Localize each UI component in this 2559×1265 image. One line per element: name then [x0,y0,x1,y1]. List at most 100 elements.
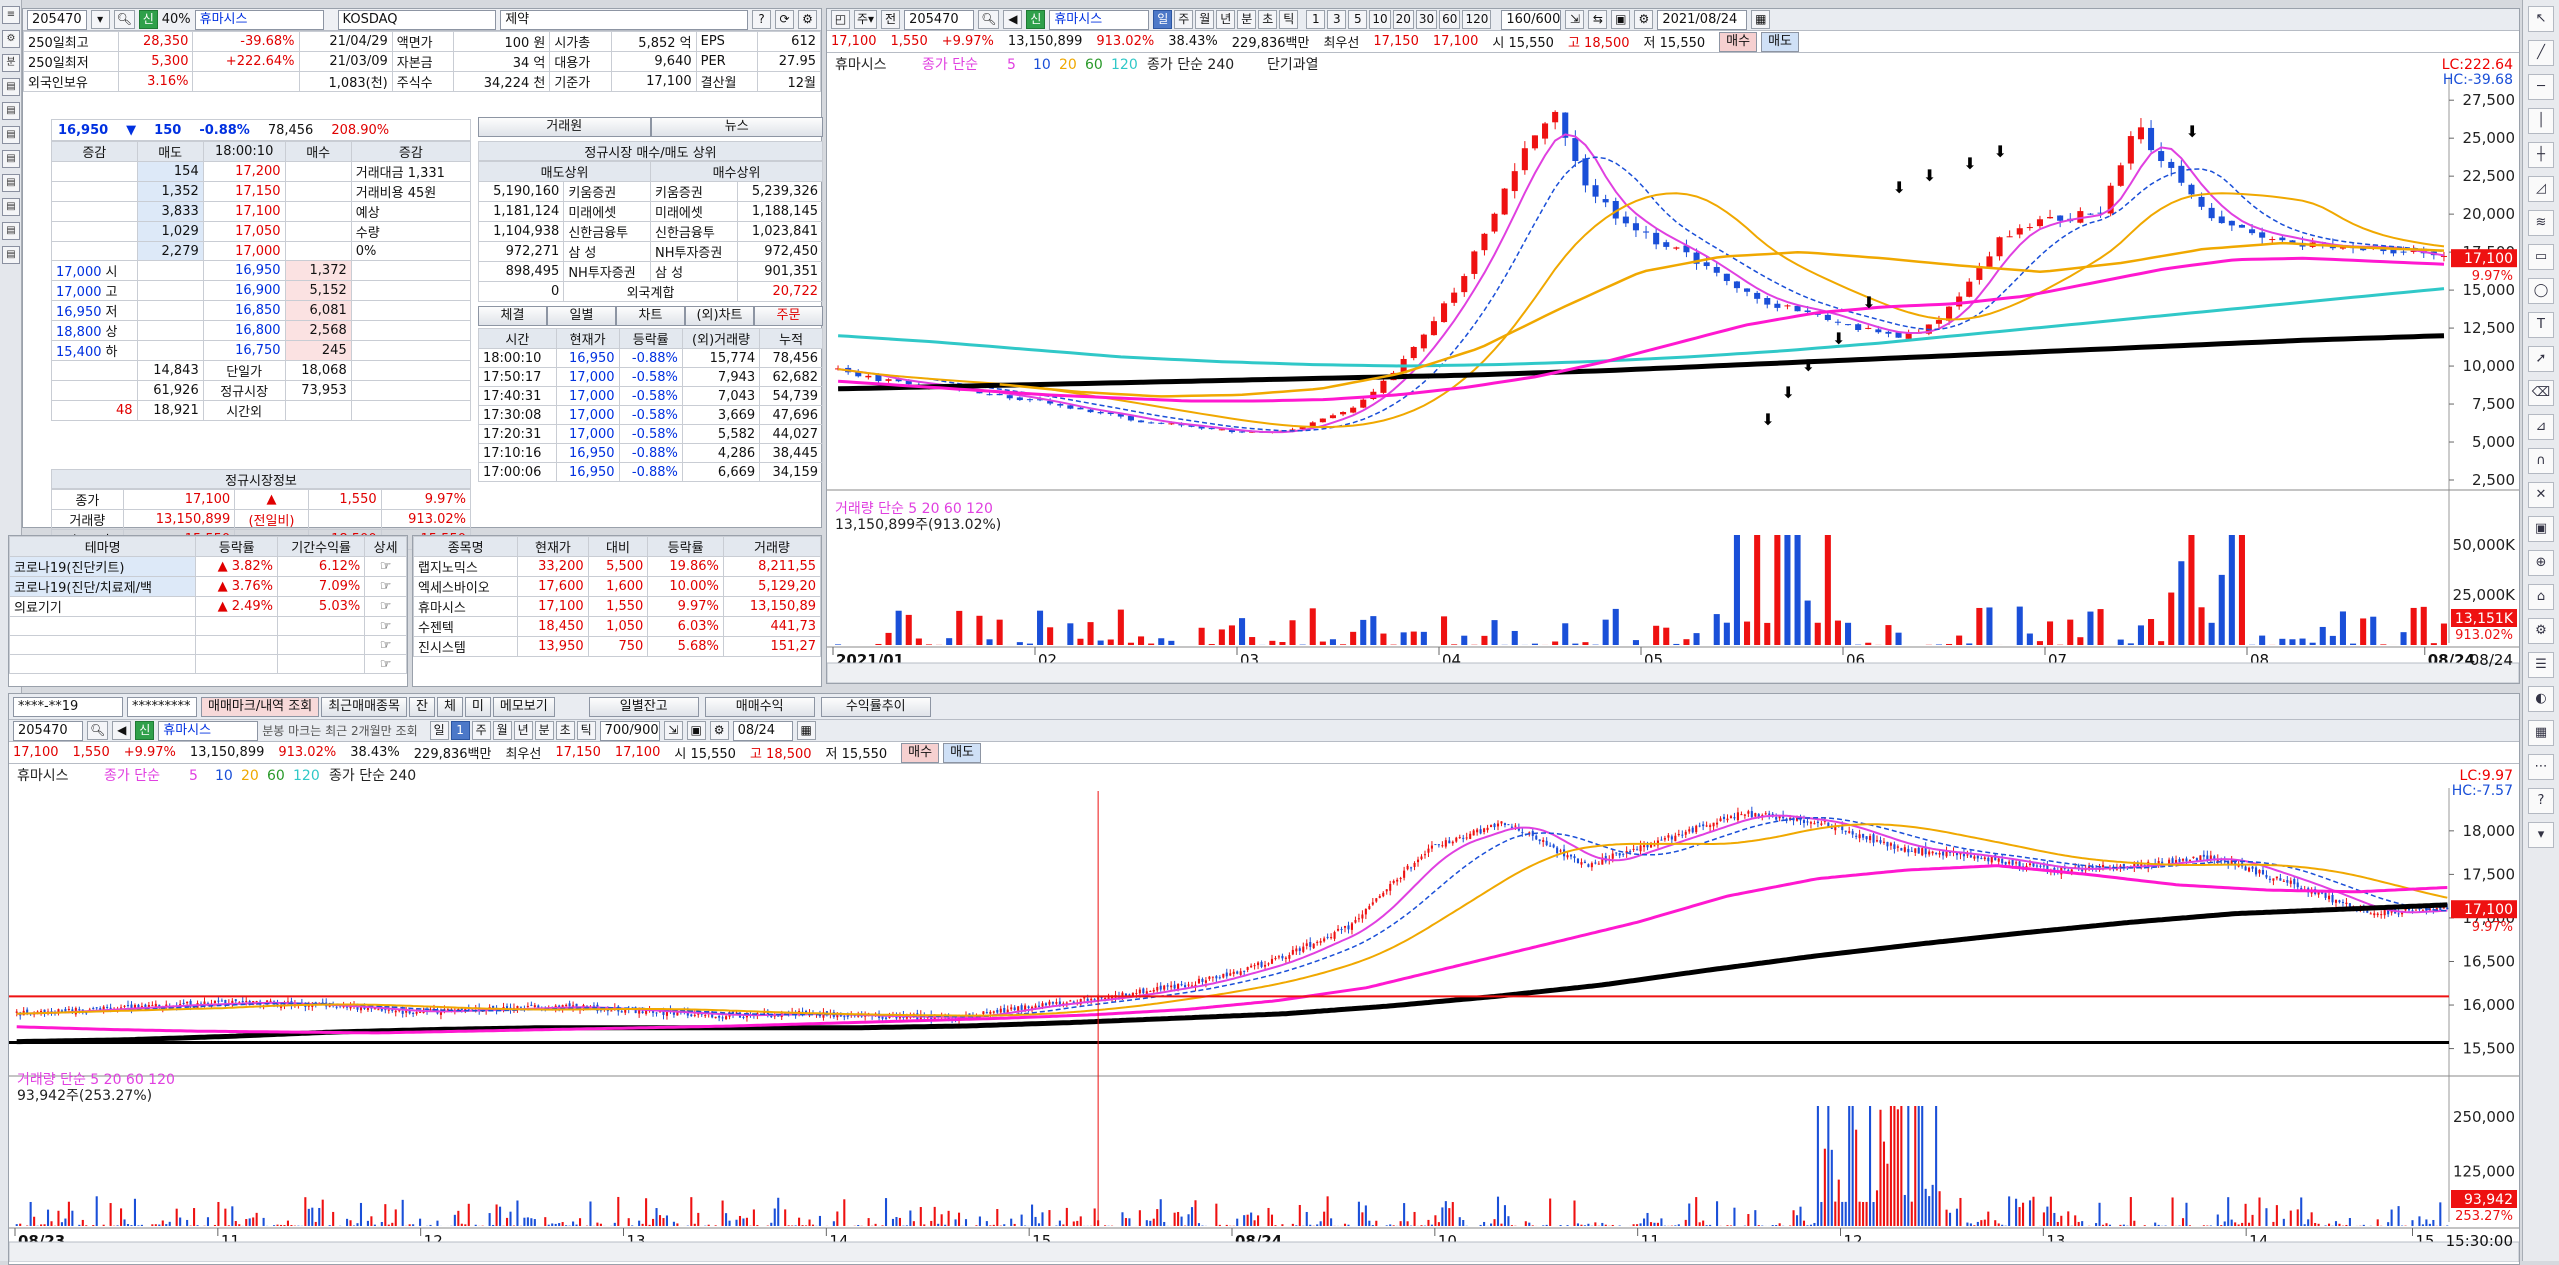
account-field[interactable]: ****-**19 [13,697,123,717]
horizontal-line-icon[interactable]: ─ [2528,74,2554,100]
dropdown-icon[interactable]: ▾ [91,10,110,29]
period-button[interactable]: 월 [493,721,512,740]
stock-row[interactable]: 랩지노믹스33,2005,50019.86%8,211,55 [414,557,821,577]
detail-icon[interactable]: ☞ [365,636,407,655]
ruler-icon[interactable]: ⊿ [2528,414,2554,440]
list-icon[interactable]: ▤ [2,78,20,96]
account-action-button[interactable]: 매매수익 [705,697,815,717]
stock-name-field[interactable]: 휴마시스 [195,10,324,30]
broker-tab[interactable]: 거래원 [478,117,651,137]
broker-tab[interactable]: 뉴스 [651,117,824,137]
date-field[interactable]: 2021/08/24 [1657,10,1747,30]
period-button[interactable]: 년 [514,721,533,740]
period-button[interactable]: 초 [1258,10,1277,29]
tick-tab[interactable]: 일별 [547,306,616,326]
detail-icon[interactable]: ☞ [365,597,407,617]
minute-candle-chart[interactable]: 15,50016,00016,50017,00017,50018,00008/2… [9,766,2519,1262]
help-icon[interactable]: ? [2528,788,2554,814]
password-field[interactable]: ********* [127,697,197,717]
bid-row[interactable]: 17,000시16,9501,372 [52,261,471,281]
tick-tab[interactable]: 주문 [754,306,823,326]
bid-row[interactable]: 16,950저16,8506,081 [52,301,471,321]
tab-bun[interactable]: 분 [2,54,20,72]
settings-icon[interactable]: ⚙ [710,721,729,740]
period-button[interactable]: 주 [472,721,491,740]
stock-name-field[interactable]: 휴마시스 [158,721,258,741]
tick-tab[interactable]: 차트 [616,306,685,326]
ask-row[interactable]: 1,02917,050수량 [52,222,471,242]
count-field[interactable]: 700/900 [600,721,660,741]
lock-icon[interactable]: ⌂ [2528,584,2554,610]
period-button[interactable]: 년 [1216,10,1235,29]
theme-row[interactable]: 코로나19(진단키트)▲ 3.82%6.12%☞ [10,557,407,577]
detail-icon[interactable]: ☞ [365,557,407,577]
list-icon[interactable]: ☰ [2528,652,2554,678]
stock-row[interactable]: 엑세스바이오17,6001,60010.00%5,129,20 [414,577,821,597]
account-tab[interactable]: 메모보기 [493,697,555,717]
magnet-icon[interactable]: ∩ [2528,448,2554,474]
settings-icon[interactable]: ⚙ [798,10,817,29]
account-tab[interactable]: 체 [437,697,463,717]
period-button[interactable]: 틱 [1279,10,1298,29]
period-button[interactable]: 1 [451,721,470,740]
trend-line-icon[interactable]: ╱ [2528,40,2554,66]
account-tab[interactable]: 미 [465,697,491,717]
save-icon[interactable]: ▣ [1611,10,1630,29]
stock-name-field[interactable]: 휴마시스 [1049,10,1149,30]
account-tab[interactable]: 매매마크/내역 조회 [201,697,319,717]
period-button[interactable]: 120 [1462,10,1491,29]
bid-row[interactable]: 15,400하16,750245 [52,341,471,361]
period-button[interactable]: 1 [1306,10,1325,29]
account-tab[interactable]: 잔 [409,697,435,717]
zoom-icon[interactable]: ⇲ [1565,10,1584,29]
vertical-line-icon[interactable]: │ [2528,108,2554,134]
list-icon[interactable]: ▤ [2,198,20,216]
chart-scrollbar[interactable] [827,663,2519,683]
period-button[interactable]: 분 [1237,10,1256,29]
speaker-icon[interactable]: ◀︎ [1003,10,1022,29]
ask-row[interactable]: 1,35217,150거래비용 45원 [52,182,471,202]
prev-button[interactable]: 전 [881,10,900,29]
zoom-icon[interactable]: ⇲ [664,721,683,740]
period-button[interactable]: 10 [1369,10,1390,29]
refresh-icon[interactable]: ⟳ [775,10,794,29]
tick-tab[interactable]: (외)차트 [685,306,754,326]
rect-icon[interactable]: ▭ [2528,244,2554,270]
chart-scrollbar[interactable] [9,1242,2519,1262]
save-icon[interactable]: ▣ [2528,516,2554,542]
more-icon[interactable]: ⋯ [2528,754,2554,780]
save-icon[interactable]: ▣ [687,721,706,740]
stock-code-input[interactable]: 205470 [13,721,83,741]
stock-row[interactable]: 수젠텍18,4501,0506.03%441,73 [414,617,821,637]
list-icon[interactable]: ▤ [2,174,20,192]
chart-icon[interactable]: ◿ [2528,176,2554,202]
bid-row[interactable]: 17,000고16,9005,152 [52,281,471,301]
calendar-icon[interactable]: ▦ [1751,10,1770,29]
list-icon[interactable]: ▤ [2,102,20,120]
circle-icon[interactable]: ◯ [2528,278,2554,304]
ask-row[interactable]: 2,27917,0000% [52,242,471,261]
date-field[interactable]: 08/24 [733,721,793,741]
period-button[interactable]: 틱 [577,721,596,740]
detail-icon[interactable]: ☞ [365,617,407,636]
stock-code-input[interactable]: 205470 [904,10,974,30]
period-button[interactable]: 60 [1439,10,1460,29]
buy-button[interactable]: 매수 [901,743,939,763]
ask-row[interactable]: 15417,200거래대금 1,331 [52,162,471,182]
compare-icon[interactable]: ⇆ [1588,10,1607,29]
period-button[interactable]: 초 [556,721,575,740]
stock-row[interactable]: 진시스템13,9507505.68%151,27 [414,637,821,657]
period-button[interactable]: 3 [1327,10,1346,29]
tick-tab[interactable]: 체결 [478,306,547,326]
period-button[interactable]: 20 [1393,10,1414,29]
list-icon[interactable]: ▤ [2,246,20,264]
list-icon[interactable]: ▤ [2,222,20,240]
color-icon[interactable]: ◐ [2528,686,2554,712]
arrow-icon[interactable]: ➚ [2528,346,2554,372]
search-icon[interactable]: 🔍︎ [978,10,999,29]
cross-icon[interactable]: ┼ [2528,142,2554,168]
detail-icon[interactable]: ☞ [365,577,407,597]
fib-icon[interactable]: ≋ [2528,210,2554,236]
layout-icon[interactable]: ◰ [831,10,850,29]
zoom-icon[interactable]: ⊕ [2528,550,2554,576]
